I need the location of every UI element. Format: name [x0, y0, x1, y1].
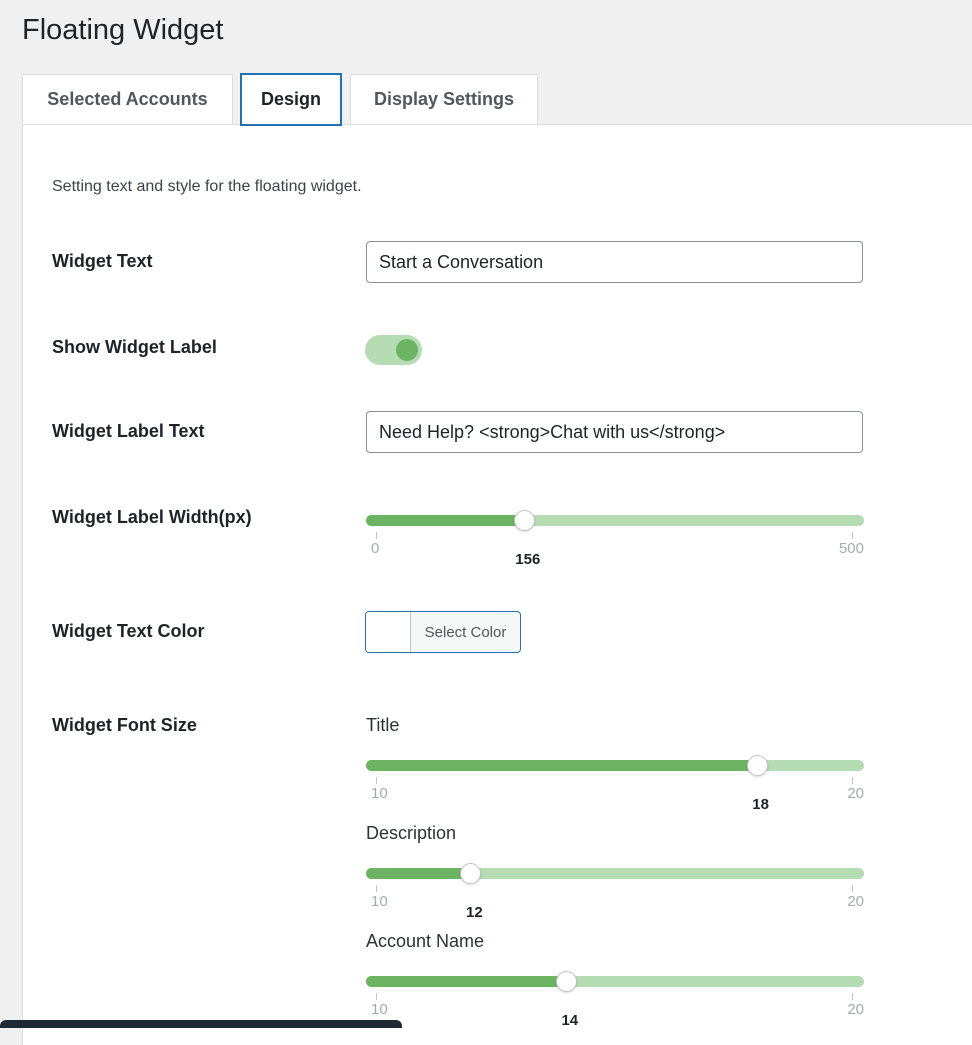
- tab-display-settings[interactable]: Display Settings: [350, 74, 538, 124]
- slider-thumb[interactable]: [746, 755, 768, 776]
- widget-text-label: Widget Text: [52, 251, 153, 271]
- slider-min-label: 10: [371, 893, 388, 910]
- slider-tick-min: [376, 993, 377, 1000]
- slider-max-label: 500: [838, 540, 864, 557]
- slider-max-label: 20: [847, 1001, 864, 1018]
- show-widget-label-label: Show Widget Label: [52, 337, 217, 357]
- slider-value-label: 156: [515, 551, 541, 568]
- slider-tick-max: [852, 993, 853, 1000]
- slider-fill: [366, 760, 760, 771]
- title-font-size-slider[interactable]: 10 20 18: [366, 755, 864, 820]
- slider-tick-max: [852, 532, 853, 539]
- widget-label-text-label: Widget Label Text: [52, 421, 205, 441]
- description-font-size-slider[interactable]: 10 20 12: [366, 863, 864, 928]
- widget-label-width-label: Widget Label Width(px): [52, 507, 252, 527]
- slider-fill: [366, 868, 474, 879]
- slider-value-label: 12: [466, 904, 483, 921]
- tab-design[interactable]: Design: [240, 73, 342, 126]
- widget-text-input[interactable]: [366, 241, 863, 283]
- slider-min-label: 10: [371, 785, 388, 802]
- widget-label-text-input[interactable]: [366, 411, 863, 453]
- title-font-size-label: Title: [366, 715, 400, 735]
- slider-fill: [366, 976, 569, 987]
- widget-font-size-label: Widget Font Size: [52, 715, 197, 735]
- slider-tick-max: [852, 885, 853, 892]
- slider-max-label: 20: [847, 785, 864, 802]
- slider-thumb[interactable]: [555, 971, 577, 992]
- slider-tick-min: [376, 885, 377, 892]
- slider-min-label: 10: [371, 1001, 388, 1018]
- description-font-size-label: Description: [366, 823, 457, 843]
- page-title: Floating Widget: [22, 14, 224, 46]
- slider-tick-max: [852, 777, 853, 784]
- select-color-button[interactable]: Select Color: [365, 611, 521, 653]
- show-widget-label-toggle[interactable]: [365, 335, 422, 365]
- slider-value-label: 14: [561, 1012, 579, 1029]
- os-taskbar-edge: [0, 1020, 402, 1028]
- toggle-knob: [396, 339, 418, 361]
- widget-label-width-slider[interactable]: 0 500 156: [366, 510, 864, 575]
- select-color-label: Select Color: [424, 623, 507, 641]
- slider-fill: [366, 515, 527, 526]
- account-name-font-size-slider[interactable]: 10 20 14: [366, 971, 864, 1036]
- slider-tick-min: [376, 777, 377, 784]
- slider-min-label: 0: [371, 540, 380, 557]
- tab-selected-accounts[interactable]: Selected Accounts: [22, 74, 233, 124]
- slider-tick-min: [376, 532, 377, 539]
- panel-description: Setting text and style for the floating …: [52, 178, 362, 195]
- account-name-font-size-label: Account Name: [366, 931, 485, 951]
- widget-text-color-label: Widget Text Color: [52, 621, 205, 641]
- slider-max-label: 20: [847, 893, 864, 910]
- color-swatch: [366, 612, 411, 652]
- slider-value-label: 18: [752, 796, 769, 813]
- slider-thumb[interactable]: [460, 863, 482, 884]
- design-panel: Setting text and style for the floating …: [22, 124, 972, 1045]
- slider-thumb[interactable]: [513, 510, 535, 531]
